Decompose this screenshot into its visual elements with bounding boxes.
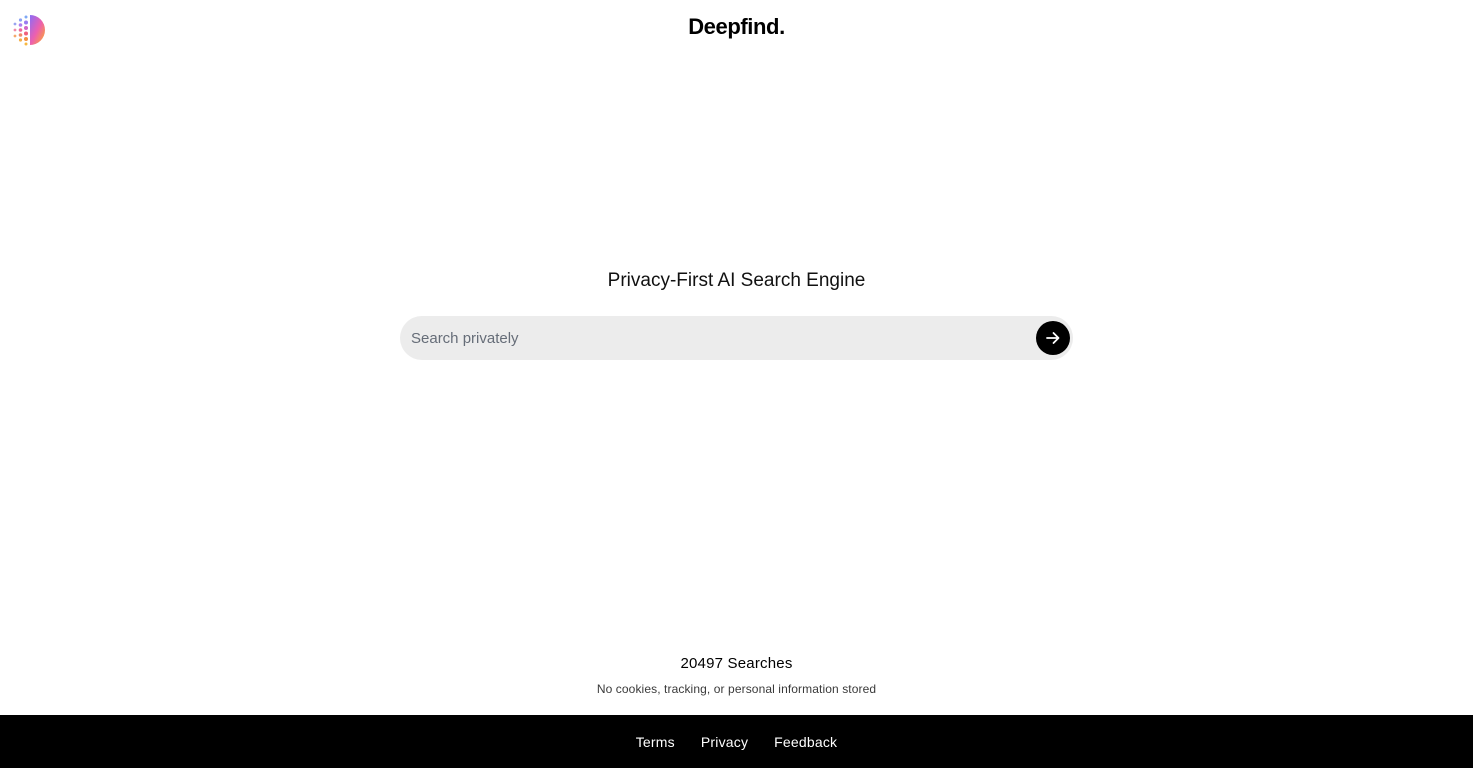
search-input[interactable] — [411, 316, 1021, 360]
privacy-note: No cookies, tracking, or personal inform… — [596, 682, 877, 696]
footer-link-feedback[interactable]: Feedback — [774, 734, 837, 750]
footer-link-privacy[interactable]: Privacy — [701, 734, 748, 750]
page: Deepfind. Privacy-First AI Search Engine… — [0, 0, 1473, 768]
page-tagline: Privacy-First AI Search Engine — [607, 270, 866, 291]
search-count: 20497 Searches — [680, 655, 793, 672]
brand-title[interactable]: Deepfind. — [0, 14, 1473, 40]
arrow-right-icon — [1046, 332, 1060, 344]
footer-link-terms[interactable]: Terms — [636, 734, 675, 750]
search-submit-button[interactable] — [1036, 321, 1070, 355]
footer: Terms Privacy Feedback — [0, 715, 1473, 768]
search-bar — [400, 316, 1073, 360]
